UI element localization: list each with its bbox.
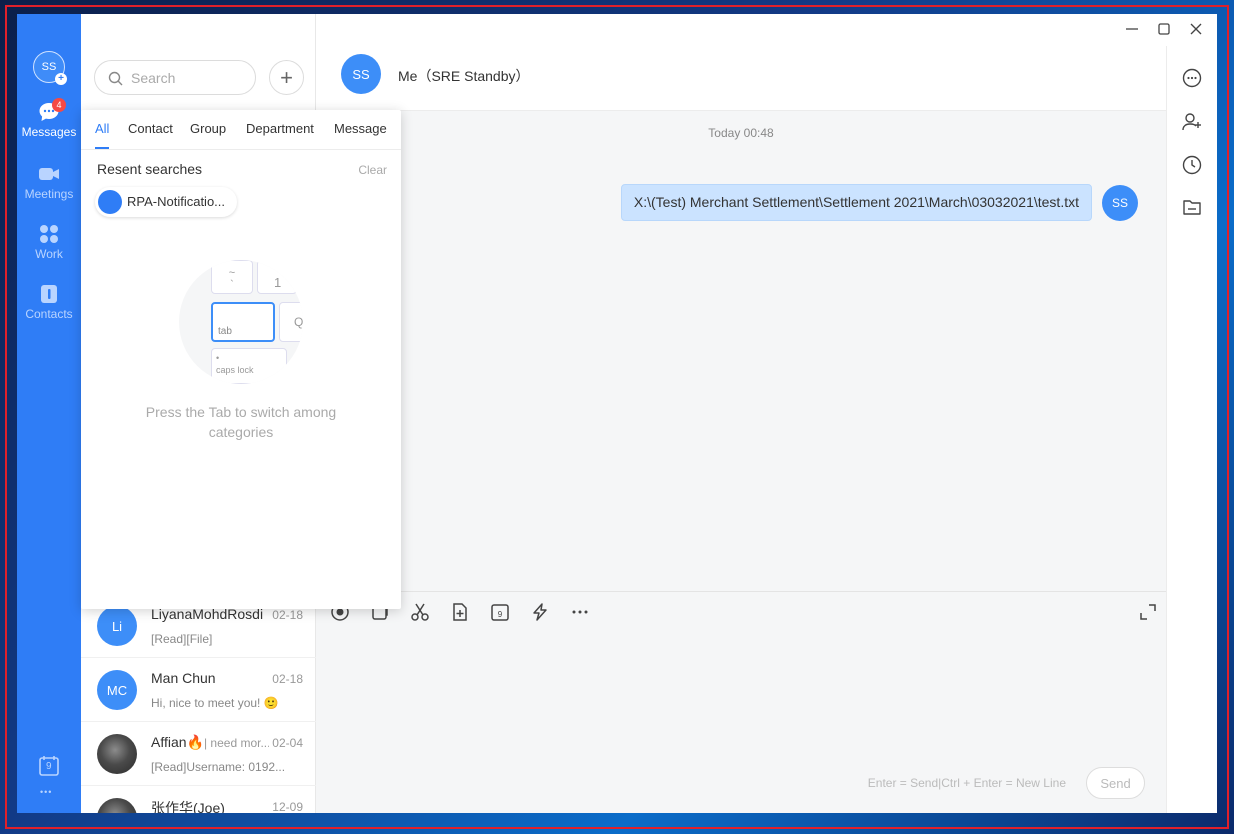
key-caps-label: caps lock <box>216 365 254 375</box>
video-camera-icon <box>39 168 59 180</box>
status-plus-icon: + <box>55 73 67 85</box>
chat-side-rail <box>1166 46 1217 813</box>
history-clock-icon[interactable] <box>1182 155 1202 175</box>
nav-meetings-label: Meetings <box>24 187 74 201</box>
recent-searches-title: Resent searches <box>97 161 203 177</box>
conversation-name: Affian🔥| need mor... <box>151 734 269 751</box>
search-input[interactable] <box>131 68 241 88</box>
chat-title: Me（SRE Standby） <box>398 68 530 84</box>
minimize-icon[interactable] <box>1123 20 1141 38</box>
more-nav-icon[interactable]: ••• <box>40 787 52 797</box>
conversation-item[interactable]: 张作华(Joe) 12-09 <box>81 786 316 813</box>
tab-hint-text: Press the Tab to switch among categories <box>145 404 337 440</box>
search-popover: All Contact Group Department Message Res… <box>81 110 401 609</box>
folder-icon[interactable] <box>1182 197 1202 217</box>
add-button[interactable]: + <box>269 60 304 95</box>
scissors-icon[interactable] <box>410 602 430 622</box>
nav-work[interactable]: Work <box>17 224 81 261</box>
conversation-date: 12-09 <box>272 800 303 813</box>
app-window: SS + 4 Messages Meetings Work Contacts 9… <box>17 14 1217 813</box>
key-caps-lock: • caps lock <box>211 348 287 384</box>
my-avatar[interactable]: SS + <box>33 51 67 85</box>
tab-message[interactable]: Message <box>334 121 387 136</box>
nav-messages-label: Messages <box>21 125 77 139</box>
apps-grid-icon <box>40 225 58 243</box>
key-one: 1 <box>257 260 297 294</box>
avatar: Li <box>97 606 137 646</box>
chat-avatar[interactable]: SS <box>341 54 381 94</box>
conversation-preview: [Read][File] <box>151 632 213 646</box>
message-bubble[interactable]: X:\(Test) Merchant Settlement\Settlement… <box>620 184 1092 221</box>
nav-contacts-label: Contacts <box>25 307 73 321</box>
conversation-name: Man Chun <box>151 670 216 686</box>
send-shortcut-hint: Enter = Send|Ctrl + Enter = New Line <box>867 776 1066 790</box>
nav-contacts[interactable]: Contacts <box>17 284 81 321</box>
sender-avatar[interactable]: SS <box>1102 185 1138 221</box>
search-box[interactable] <box>94 60 256 95</box>
active-tab-indicator <box>95 147 109 149</box>
search-icon <box>108 71 123 86</box>
quick-reply-icon[interactable] <box>530 602 550 622</box>
key-caps-dot: • <box>216 353 220 363</box>
calendar-icon[interactable]: 9 <box>490 602 510 622</box>
search-category-tabs: All Contact Group Department Message <box>81 110 401 150</box>
plus-icon: + <box>280 64 293 90</box>
calendar-day: 9 <box>46 761 52 772</box>
unread-badge: 4 <box>52 98 66 112</box>
nav-meetings[interactable]: Meetings <box>17 164 81 201</box>
message-composer[interactable]: 9 Enter = Send|Ctrl + Enter = New Line S… <box>316 591 1166 813</box>
nav-messages[interactable]: 4 Messages <box>17 98 81 139</box>
more-icon[interactable] <box>570 602 590 622</box>
conversation-date: 02-18 <box>272 608 303 622</box>
conversation-preview: [Read]Username: 0192... <box>151 760 286 774</box>
more-options-icon[interactable] <box>1182 68 1202 88</box>
maximize-icon[interactable] <box>1155 20 1173 38</box>
conversation-item[interactable]: MC Man Chun 02-18 Hi, nice to meet you! … <box>81 658 316 722</box>
contact-book-icon <box>41 285 57 303</box>
key-backtick-symbol: ` <box>230 279 234 291</box>
tab-all[interactable]: All <box>95 121 109 136</box>
chat-area: SS Me（SRE Standby） Today 00:48 X:\(Test)… <box>316 46 1166 813</box>
recent-search-label: RPA-Notificatio... <box>127 194 226 209</box>
nav-rail: SS + 4 Messages Meetings Work Contacts 9… <box>17 14 81 813</box>
tab-contact[interactable]: Contact <box>128 121 173 136</box>
chat-header: SS Me（SRE Standby） <box>316 46 1166 111</box>
expand-icon[interactable] <box>1138 602 1158 622</box>
conversation-item[interactable]: Affian🔥| need mor... 02-04 [Read]Usernam… <box>81 722 316 786</box>
calendar-nav[interactable]: 9 <box>38 755 60 782</box>
clear-history-button[interactable]: Clear <box>358 163 387 177</box>
my-avatar-initials: SS <box>41 61 57 73</box>
key-tilde-symbol: ~ <box>228 267 236 279</box>
message-timestamp: Today 00:48 <box>708 126 774 140</box>
tab-department[interactable]: Department <box>246 121 314 136</box>
recent-search-chip[interactable]: RPA-Notificatio... <box>95 187 238 217</box>
key-tab: tab <box>211 302 275 342</box>
send-button[interactable]: Send <box>1086 767 1145 799</box>
file-upload-icon[interactable] <box>450 602 470 622</box>
group-avatar <box>98 190 122 214</box>
key-q: Q <box>279 302 303 342</box>
conversation-name-text: Affian🔥 <box>151 734 204 750</box>
svg-text:9: 9 <box>498 610 503 619</box>
avatar-photo <box>97 734 137 774</box>
conversation-name: 张作华(Joe) <box>151 800 225 813</box>
conversation-date: 02-18 <box>272 672 303 686</box>
conversation-date: 02-04 <box>272 736 303 750</box>
keyboard-illustration: ~ ` 1 tab Q • caps lock <box>179 260 303 384</box>
nav-work-label: Work <box>35 247 63 261</box>
avatar: MC <box>97 670 137 710</box>
conversation-status-note: | need mor... <box>203 736 269 750</box>
close-icon[interactable] <box>1187 20 1205 38</box>
key-tilde: ~ ` <box>211 260 253 294</box>
tab-group[interactable]: Group <box>190 121 226 136</box>
conversation-preview: Hi, nice to meet you! 🙂 <box>151 696 279 710</box>
avatar-photo <box>97 798 137 813</box>
add-member-icon[interactable] <box>1182 112 1202 132</box>
